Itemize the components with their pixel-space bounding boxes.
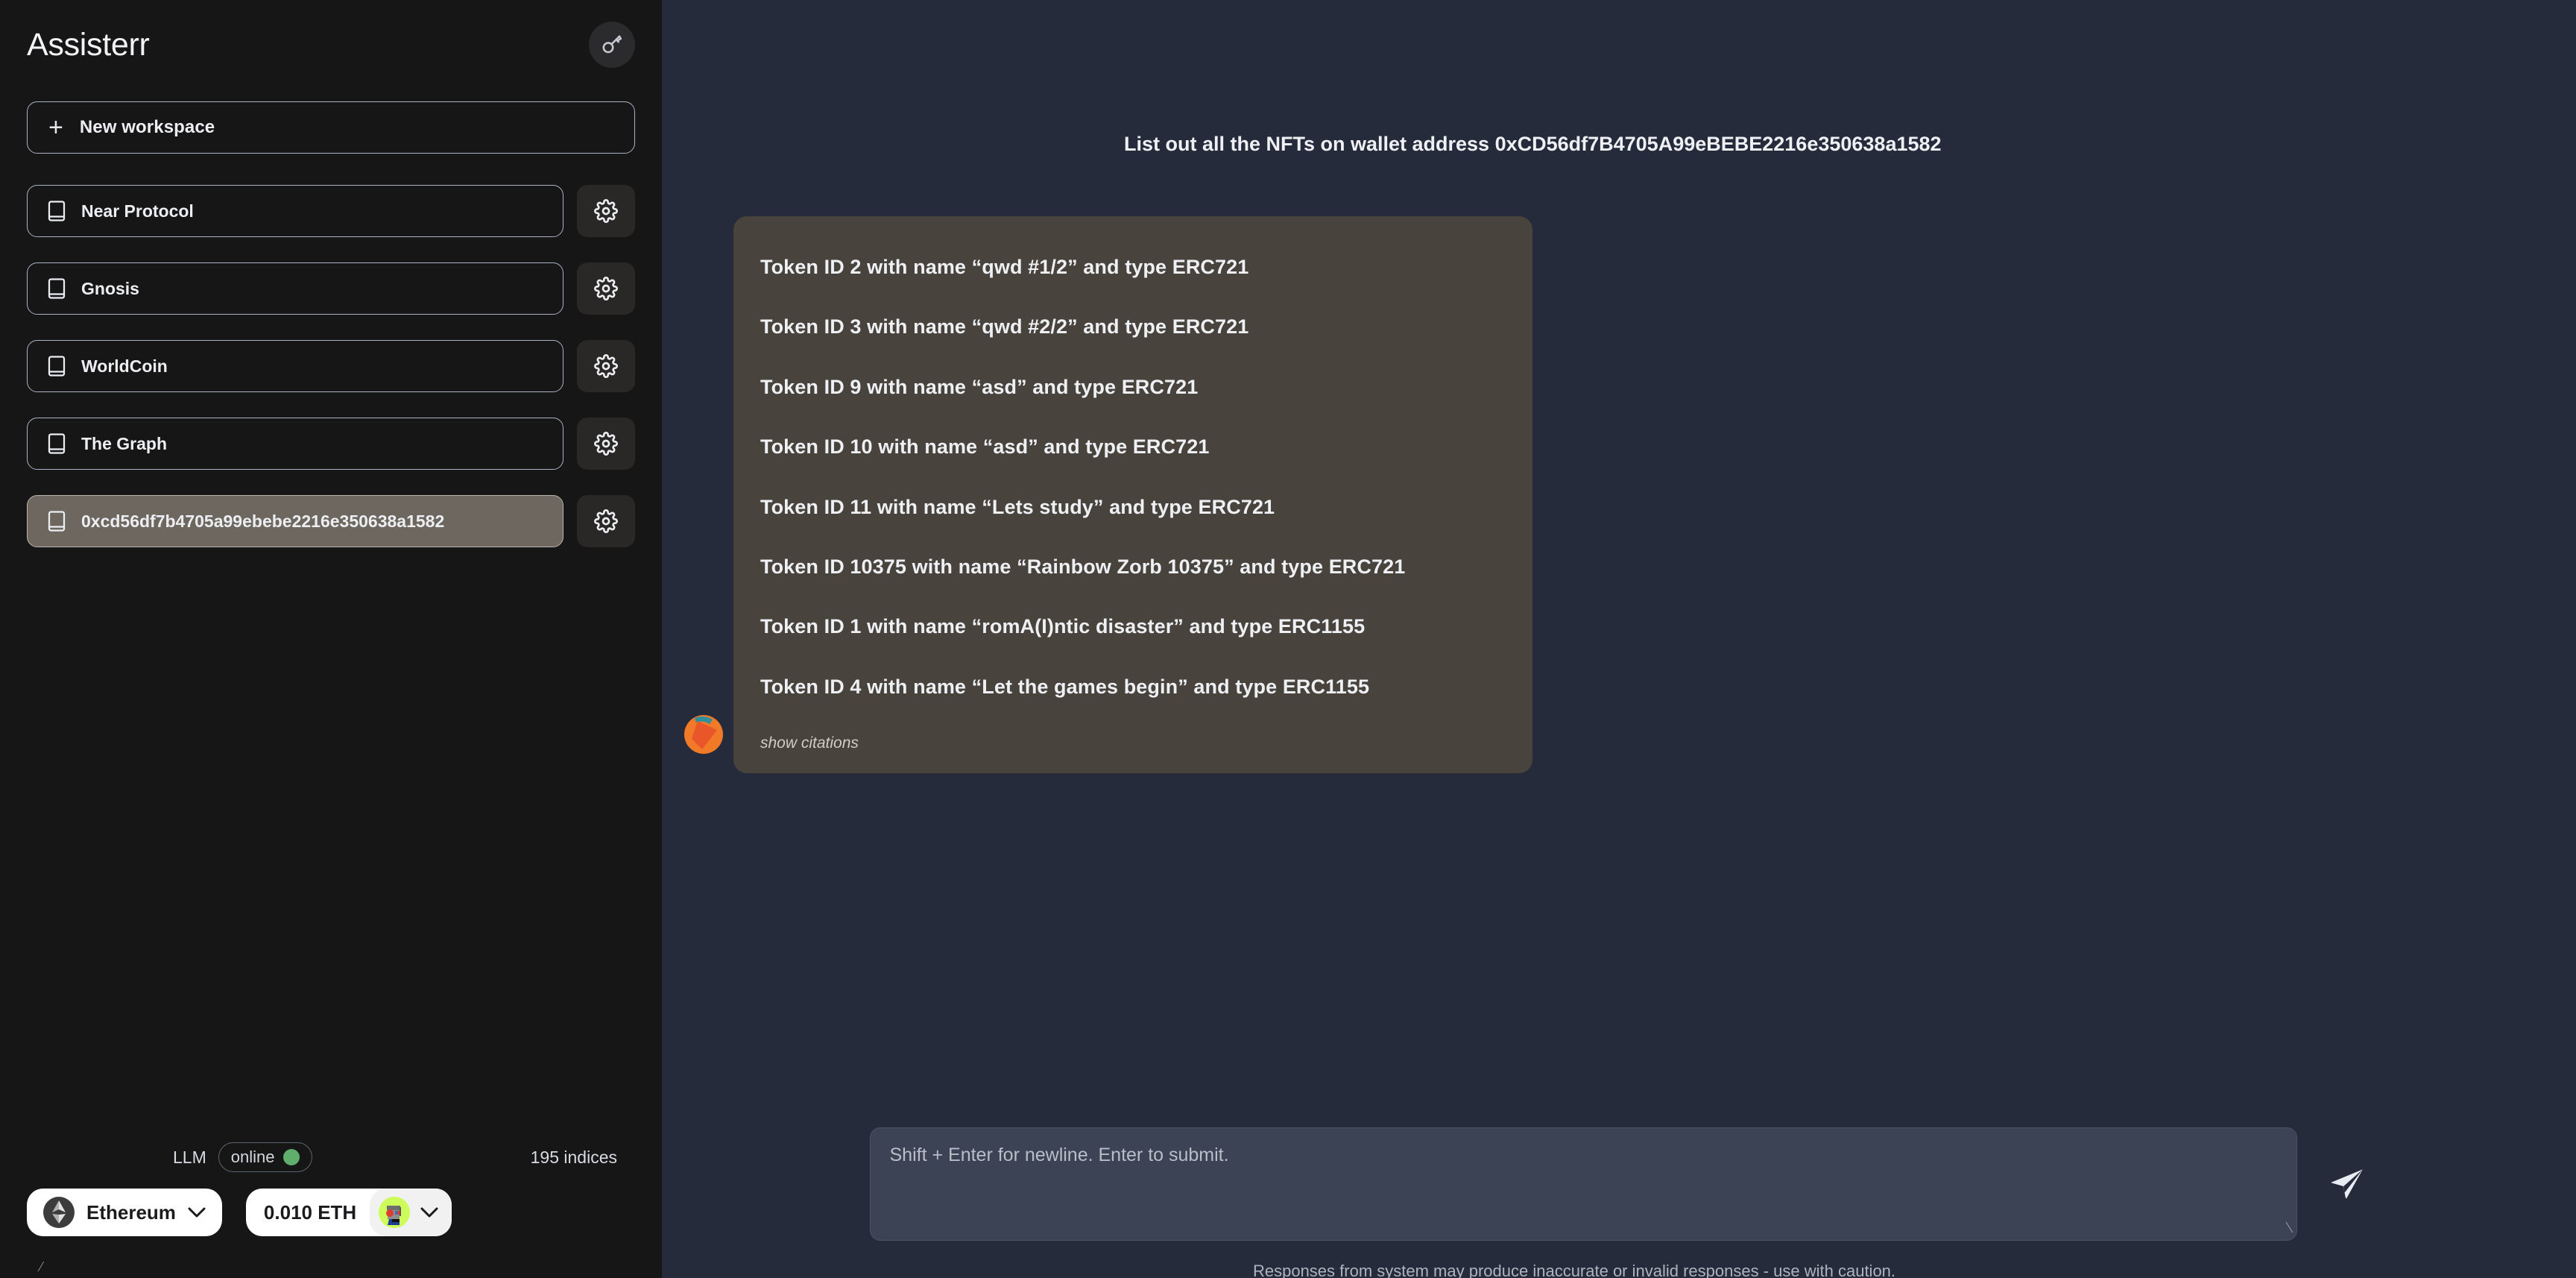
status-badge-label: online <box>230 1148 275 1166</box>
book-icon <box>48 511 66 532</box>
workspace-row: Gnosis <box>27 262 635 315</box>
status-row: LLM online 195 indices <box>27 1135 635 1180</box>
wallet-row: Ethereum 0.010 ETH <box>27 1189 635 1278</box>
chain-selector-button[interactable]: Ethereum <box>27 1189 222 1236</box>
assisterr-logo-avatar <box>683 714 724 755</box>
ethereum-icon <box>43 1197 75 1228</box>
workspace-name: The Graph <box>81 433 168 453</box>
sidebar-header: Assisterr <box>27 0 635 89</box>
gear-icon <box>594 277 618 300</box>
plus-icon: + <box>48 113 63 142</box>
composer-row: Shift + Enter for newline. Enter to subm… <box>662 1114 2576 1241</box>
message-line: Token ID 4 with name “Let the games begi… <box>760 675 1370 698</box>
message-line: Token ID 10 with name “asd” and type ERC… <box>760 435 1210 459</box>
api-key-button[interactable] <box>589 22 635 68</box>
message-input[interactable]: Shift + Enter for newline. Enter to subm… <box>869 1127 2297 1241</box>
textarea-resize-handle[interactable]: ⁄ <box>2288 1220 2290 1237</box>
book-icon <box>48 201 66 221</box>
message-line: Token ID 1 with name “romA(I)ntic disast… <box>760 615 1366 638</box>
user-message: List out all the NFTs on wallet address … <box>1124 133 1942 155</box>
workspace-settings-button[interactable] <box>577 495 635 547</box>
new-workspace-button[interactable]: + New workspace <box>27 101 635 154</box>
workspace-row: The Graph <box>27 418 635 470</box>
chat-main: List out all the NFTs on wallet address … <box>662 0 2576 1278</box>
workspace-list: Near Protocol Gnosis WorldCoin The Graph… <box>27 185 635 547</box>
message-line: Token ID 9 with name “asd” and type ERC7… <box>760 375 1199 398</box>
sidebar-footer: LLM online 195 indices Ethereum 0.010 ET… <box>27 1135 635 1278</box>
composer: Shift + Enter for newline. Enter to subm… <box>662 1114 2576 1278</box>
new-workspace-label: New workspace <box>79 117 215 137</box>
send-icon <box>2330 1169 2363 1199</box>
workspace-settings-button[interactable] <box>577 340 635 392</box>
show-citations-link[interactable]: show citations <box>760 734 1506 752</box>
workspace-settings-button[interactable] <box>577 418 635 470</box>
sidebar-item-worldcoin[interactable]: WorldCoin <box>27 340 564 392</box>
wallet-balance-button[interactable]: 0.010 ETH <box>245 1189 452 1236</box>
book-icon <box>48 433 66 454</box>
llm-label: LLM <box>173 1147 206 1167</box>
workspace-name: Near Protocol <box>81 201 194 221</box>
status-dot-icon <box>283 1149 300 1165</box>
assistant-message-block: Token ID 2 with name “qwd #1/2” and type… <box>683 216 1532 774</box>
wallet-account-chip[interactable] <box>370 1189 452 1236</box>
assistant-message-bubble: Token ID 2 with name “qwd #1/2” and type… <box>733 216 1532 774</box>
app-root: Assisterr + New workspace Near Protocol … <box>0 0 2576 1278</box>
chain-label: Ethereum <box>86 1200 176 1224</box>
message-line: Token ID 10375 with name “Rainbow Zorb 1… <box>760 555 1406 578</box>
book-icon <box>48 356 66 377</box>
workspace-name: WorldCoin <box>81 356 168 376</box>
chevron-down-icon <box>188 1207 206 1218</box>
sidebar-item-near-protocol[interactable]: Near Protocol <box>27 185 564 237</box>
gear-icon <box>594 354 618 378</box>
balance-label: 0.010 ETH <box>263 1200 357 1224</box>
message-line: Token ID 3 with name “qwd #2/2” and type… <box>760 315 1249 339</box>
chevron-down-icon <box>420 1207 438 1218</box>
workspace-name: 0xcd56df7b4705a99ebebe2216e350638a1582 <box>81 511 445 531</box>
gear-icon <box>594 509 618 533</box>
sidebar-item-wallet-workspace[interactable]: 0xcd56df7b4705a99ebebe2216e350638a1582 <box>27 495 564 547</box>
sidebar-item-gnosis[interactable]: Gnosis <box>27 262 564 315</box>
workspace-row: WorldCoin <box>27 340 635 392</box>
message-line: Token ID 11 with name “Lets study” and t… <box>760 495 1275 518</box>
workspace-settings-button[interactable] <box>577 262 635 315</box>
disclaimer-text: Responses from system may produce inaccu… <box>1252 1262 1896 1278</box>
message-line: Token ID 2 with name “qwd #1/2” and type… <box>760 256 1249 278</box>
key-icon <box>602 35 622 54</box>
workspace-row: 0xcd56df7b4705a99ebebe2216e350638a1582 <box>27 495 635 547</box>
workspace-name: Gnosis <box>81 278 139 298</box>
indices-count: 195 indices <box>530 1147 617 1167</box>
sidebar-item-the-graph[interactable]: The Graph <box>27 418 564 470</box>
workspace-settings-button[interactable] <box>577 185 635 237</box>
llm-status-group: LLM online <box>173 1142 313 1172</box>
gear-icon <box>594 432 618 456</box>
avatar <box>379 1197 411 1228</box>
app-title: Assisterr <box>27 26 150 63</box>
send-button[interactable] <box>2324 1162 2369 1206</box>
workspace-row: Near Protocol <box>27 185 635 237</box>
status-badge: online <box>218 1142 313 1172</box>
book-icon <box>48 278 66 299</box>
resize-corner-mark: ⁄ <box>40 1259 43 1274</box>
gear-icon <box>594 199 618 223</box>
sidebar: Assisterr + New workspace Near Protocol … <box>0 0 662 1278</box>
